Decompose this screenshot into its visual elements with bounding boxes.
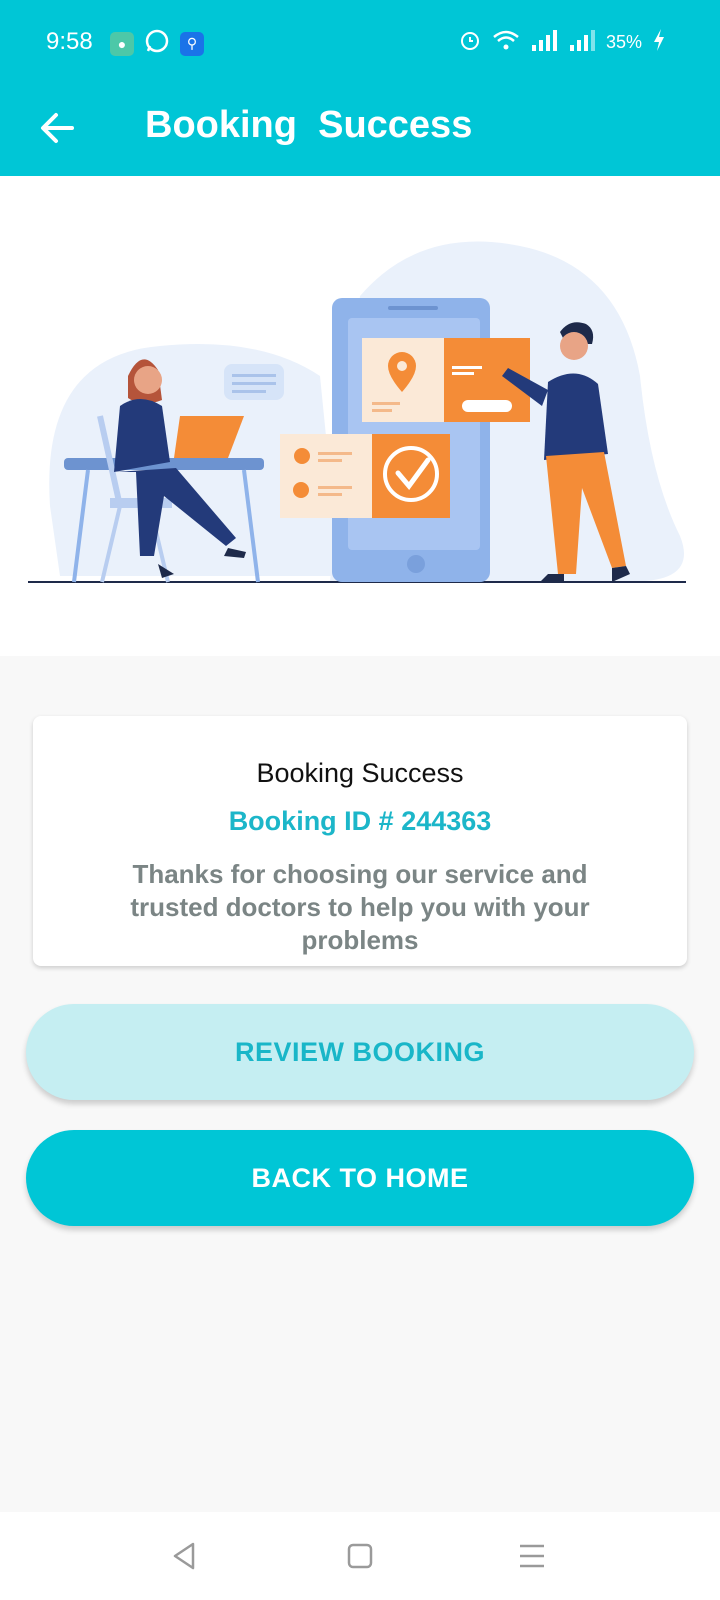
thanks-message: Thanks for choosing our service and trus… [130,859,590,955]
booking-success-illustration [0,176,720,656]
app-bar: Booking Success [0,86,720,176]
back-to-home-button[interactable]: BACK TO HOME [26,1130,694,1226]
system-status-icons: 35% [458,28,666,57]
booking-success-card: Booking Success Booking ID # 244363 Than… [33,716,687,966]
card-title: Booking Success [256,758,464,788]
battery-percent: 35% [605,32,642,52]
charging-icon [652,28,666,57]
review-booking-button[interactable]: REVIEW BOOKING [26,1004,694,1100]
signal-icon [530,28,558,57]
whatsapp-icon [144,28,170,59]
back-triangle-icon[interactable] [165,1536,205,1576]
booking-id: Booking ID # 244363 [228,806,492,836]
page-title: Booking Success [145,104,473,146]
status-time: 9:58 [46,28,93,55]
wifi-icon [492,28,520,57]
system-nav-bar [0,1512,720,1600]
camera-app-icon: ● [110,31,134,56]
notification-icons: ● ⚲ [110,28,204,59]
signal-icon [568,28,596,57]
alarm-icon [458,28,482,57]
menu-lines-icon[interactable] [512,1536,552,1576]
arrow-left-icon[interactable] [34,104,82,152]
usb-icon: ⚲ [180,31,204,56]
status-bar: 9:58 ● ⚲ 35% [0,0,720,86]
home-square-icon[interactable] [340,1536,380,1576]
